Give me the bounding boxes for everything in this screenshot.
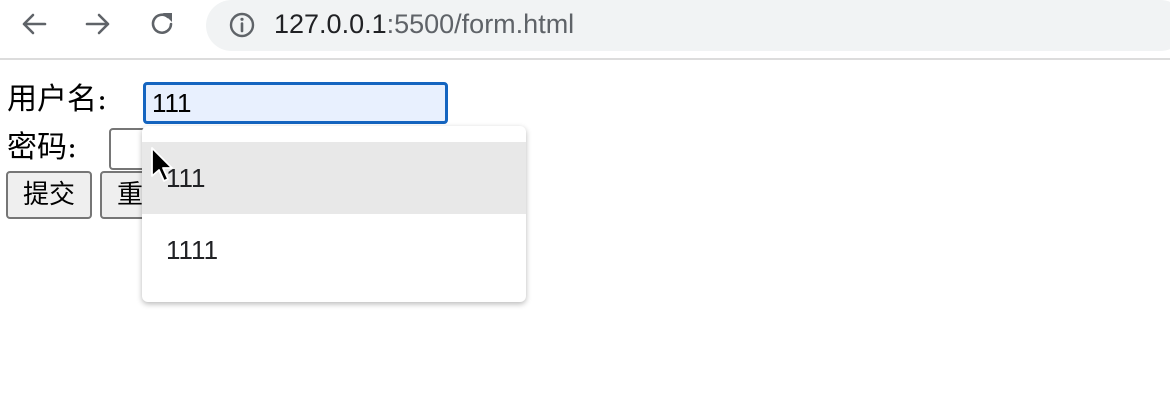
browser-toolbar: 127.0.0.1:5500/form.html [0,0,1170,60]
username-input[interactable] [143,82,448,124]
mouse-cursor-icon [151,147,173,182]
submit-button[interactable]: 提交 [6,171,92,219]
password-label: 密码: [7,130,78,165]
url-path: :5500/form.html [386,9,575,39]
autocomplete-item[interactable]: 1111 [142,214,526,286]
reload-button[interactable] [144,6,180,42]
info-circle-icon[interactable] [228,11,256,39]
address-bar[interactable]: 127.0.0.1:5500/form.html [206,0,1170,51]
autocomplete-item[interactable]: 111 [142,142,526,214]
back-button[interactable] [16,6,52,42]
arrow-left-icon [22,13,47,35]
arrow-right-icon [85,13,110,35]
username-label: 用户名: [7,82,108,117]
page-content: 用户名: 密码: 提交 重置 111 1111 [0,60,1170,408]
forward-button[interactable] [80,6,116,42]
url-text[interactable]: 127.0.0.1:5500/form.html [274,7,574,41]
autocomplete-dropdown: 111 1111 [142,126,526,302]
url-host: 127.0.0.1 [274,9,387,39]
reload-icon [151,13,173,34]
